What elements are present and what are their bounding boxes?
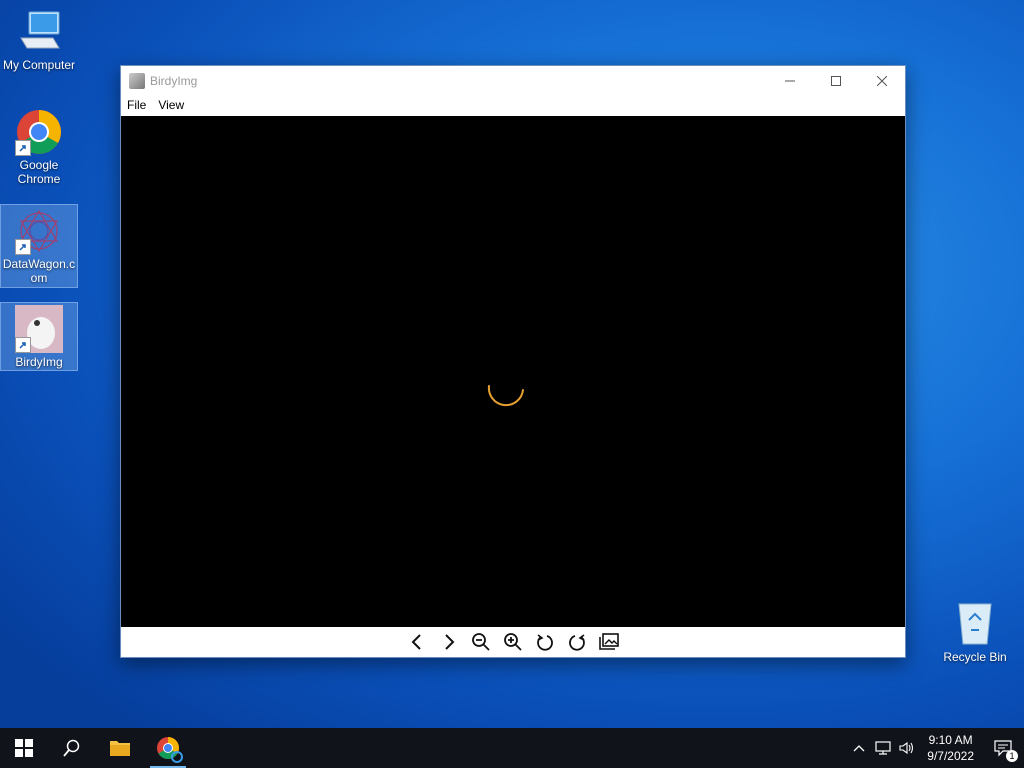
zoom-out-button[interactable] [469,630,493,654]
desktop-icon-datawagon[interactable]: DataWagon.com [0,204,78,288]
desktop-icon-google-chrome[interactable]: Google Chrome [1,108,77,186]
minimize-icon [785,80,795,81]
clock-time: 9:10 AM [928,733,973,747]
gallery-button[interactable] [597,630,621,654]
folder-icon [110,741,130,756]
desktop-icon-label: BirdyImg [15,355,63,369]
desktop-icon-label: Google Chrome [17,158,61,186]
close-icon [877,75,887,86]
show-hidden-icons-button[interactable] [847,728,871,768]
volume-button[interactable] [895,728,919,768]
menu-bar: File View [121,95,905,115]
minimize-button[interactable] [767,66,813,95]
zoom-out-icon [472,633,490,651]
shortcut-arrow-icon [15,140,31,156]
maximize-button[interactable] [813,66,859,95]
busy-cursor-icon [171,751,183,763]
volume-icon [899,741,914,755]
datawagon-icon [15,207,63,255]
taskbar: 9:10 AM 9/7/2022 1 [0,728,1024,768]
computer-icon [15,8,63,56]
image-canvas[interactable] [121,116,905,627]
shortcut-arrow-icon [15,239,31,255]
app-icon [129,72,145,89]
chrome-icon [15,108,63,156]
close-button[interactable] [859,66,905,95]
taskbar-chrome[interactable] [144,728,192,768]
action-center-button[interactable]: 1 [982,728,1024,768]
birdyimg-window: BirdyImg File View [120,65,906,658]
next-button[interactable] [437,630,461,654]
recycle-bin-label: Recycle Bin [943,650,1007,664]
system-tray: 9:10 AM 9/7/2022 1 [847,728,1024,768]
desktop-icon-recycle-bin[interactable]: Recycle Bin [936,600,1014,664]
desktop-icon-birdyimg[interactable]: BirdyImg [0,302,78,371]
desktop-icon-my-computer[interactable]: My Computer [1,8,77,72]
title-bar[interactable]: BirdyImg [121,66,905,95]
maximize-icon [831,75,841,86]
network-button[interactable] [871,728,895,768]
recycle-bin-icon [955,600,995,646]
rotate-right-icon [569,634,585,651]
notification-badge: 1 [1006,750,1018,762]
clock[interactable]: 9:10 AM 9/7/2022 [919,732,982,764]
previous-button[interactable] [405,630,429,654]
search-icon [63,739,80,757]
shortcut-arrow-icon [15,337,31,353]
loading-spinner-icon [487,385,524,407]
next-icon [445,634,455,650]
zoom-in-icon [504,633,522,651]
search-button[interactable] [48,728,96,768]
windows-logo-icon [15,739,33,757]
zoom-in-button[interactable] [501,630,525,654]
viewer-toolbar [121,627,905,657]
rotate-right-button[interactable] [565,630,589,654]
menu-view[interactable]: View [152,98,190,112]
desktop-icon-label: DataWagon.com [2,257,76,285]
previous-icon [411,634,421,650]
taskbar-file-explorer[interactable] [96,728,144,768]
network-icon [875,741,891,755]
menu-file[interactable]: File [121,98,152,112]
birdyimg-icon [15,305,63,353]
gallery-icon [599,633,619,650]
start-button[interactable] [0,728,48,768]
rotate-left-button[interactable] [533,630,557,654]
rotate-left-icon [537,634,553,651]
clock-date: 9/7/2022 [927,749,974,763]
desktop-icon-label: My Computer [2,58,76,72]
chevron-up-icon [853,745,865,752]
window-title: BirdyImg [150,73,198,88]
